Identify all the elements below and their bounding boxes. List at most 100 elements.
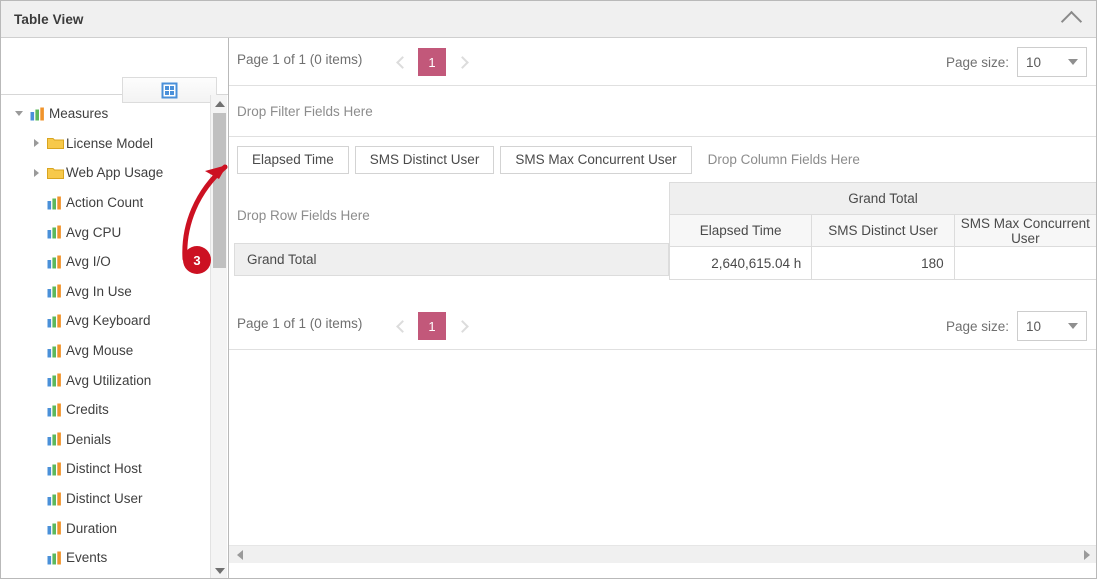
measure-column-header[interactable]: Elapsed Time [670, 215, 812, 247]
tree-item-avg-keyboard[interactable]: Avg Keyboard [1, 306, 211, 336]
pivot-horizontal-scrollbar[interactable] [229, 545, 1097, 563]
twisty-placeholder [28, 254, 44, 270]
page-title: Table View [14, 12, 84, 27]
tree-item-avg-in-use[interactable]: Avg In Use [1, 277, 211, 307]
scroll-left-button[interactable] [231, 546, 248, 563]
value-field-chip[interactable]: SMS Max Concurrent User [500, 146, 691, 174]
tree-item-denials[interactable]: Denials [1, 425, 211, 455]
annotation-step-badge: 3 [183, 246, 211, 274]
bar-chart-icon [44, 521, 66, 535]
top-page-number-1[interactable]: 1 [418, 48, 446, 76]
chevron-up-icon [1060, 11, 1081, 32]
tree-item-events[interactable]: Events [1, 543, 211, 573]
grand-total-value-cell: 2,640,615.04 h [670, 247, 812, 280]
twisty-expanded-icon[interactable] [11, 106, 27, 122]
bottom-pager-navigation: 1 [389, 310, 475, 342]
bottom-next-page-button[interactable] [449, 310, 475, 342]
field-list-panel: MeasuresLicense Model Web App Usage Action… [1, 38, 229, 579]
tree-item-label: Distinct Host [66, 461, 142, 476]
tree-item-action-count[interactable]: Action Count [1, 188, 211, 218]
twisty-placeholder [28, 402, 44, 418]
bar-chart-icon [47, 373, 63, 387]
measure-column-header[interactable]: SMS Distinct User [812, 215, 954, 247]
tree-item-avg-mouse[interactable]: Avg Mouse [1, 336, 211, 366]
tree-item-duration[interactable]: Duration [1, 513, 211, 543]
twisty-collapsed-icon[interactable] [28, 135, 44, 151]
bar-chart-icon [47, 284, 63, 298]
top-page-size-value: 10 [1026, 55, 1041, 70]
scroll-up-button[interactable] [211, 95, 228, 112]
chevron-down-icon [1068, 323, 1078, 329]
twisty-placeholder [28, 491, 44, 507]
twisty-placeholder [28, 224, 44, 240]
measure-column-header[interactable]: SMS Max Concurrent User [954, 215, 1096, 247]
tree-item-label: Web App Usage [66, 165, 163, 180]
bottom-prev-page-button[interactable] [389, 310, 415, 342]
table-header-row: Elapsed TimeSMS Distinct UserSMS Max Con… [670, 215, 1097, 247]
tree-item-avg-utilization[interactable]: Avg Utilization [1, 365, 211, 395]
bottom-page-size-value: 10 [1026, 319, 1041, 334]
field-list-vertical-scrollbar[interactable] [210, 95, 227, 579]
tree-item-measures[interactable]: Measures [1, 99, 211, 129]
bar-chart-icon [44, 255, 66, 269]
tree-item-label: Avg Utilization [66, 373, 151, 388]
tree-item-distinct-user[interactable]: Distinct User [1, 484, 211, 514]
twisty-placeholder [28, 431, 44, 447]
twisty-placeholder [28, 461, 44, 477]
pivot-grid-body: Drop Row Fields Here Grand Total Grand T… [229, 182, 1097, 302]
tree-item-license-model[interactable]: License Model [1, 129, 211, 159]
grand-total-column-header: Grand Total [670, 183, 1097, 215]
twisty-placeholder [28, 372, 44, 388]
filter-drop-zone[interactable]: Drop Filter Fields Here [229, 86, 1097, 137]
top-page-size-label: Page size: [946, 55, 1009, 70]
triangle-right-icon [1084, 550, 1090, 560]
top-prev-page-button[interactable] [389, 46, 415, 78]
chevron-left-icon [396, 56, 409, 69]
row-drop-hint: Drop Row Fields Here [237, 208, 370, 223]
chevron-down-icon [1068, 59, 1078, 65]
tree-item-label: Avg I/O [66, 254, 111, 269]
filter-drop-hint: Drop Filter Fields Here [229, 104, 373, 119]
value-fields-row: Elapsed TimeSMS Distinct UserSMS Max Con… [229, 137, 1097, 182]
tree-item-avg-i-o[interactable]: Avg I/O [1, 247, 211, 277]
triangle-down-icon [215, 568, 225, 574]
scroll-right-button[interactable] [1078, 546, 1095, 563]
tree-item-label: Events [66, 550, 107, 565]
bottom-pager-info: Page 1 of 1 (0 items) [237, 316, 362, 331]
bar-chart-icon [47, 344, 63, 358]
tree-item-label: Credits [66, 402, 109, 417]
bar-chart-icon [47, 492, 63, 506]
top-next-page-button[interactable] [449, 46, 475, 78]
bar-chart-icon [44, 551, 66, 565]
top-page-size-control: Page size: 10 [946, 47, 1087, 77]
bar-chart-icon [44, 314, 66, 328]
grand-total-row-header[interactable]: Grand Total [234, 243, 669, 276]
vertical-scrollbar-thumb[interactable] [213, 113, 226, 268]
bar-chart-icon [44, 225, 66, 239]
twisty-placeholder [28, 195, 44, 211]
scroll-down-button[interactable] [211, 562, 228, 579]
value-field-chip[interactable]: SMS Distinct User [355, 146, 495, 174]
collapse-panel-button[interactable] [1056, 5, 1086, 33]
table-header-group-row: Grand Total [670, 183, 1097, 215]
tree-item-credits[interactable]: Credits [1, 395, 211, 425]
triangle-left-icon [237, 550, 243, 560]
table-row: 2,640,615.04 h180 [670, 247, 1097, 280]
bar-chart-icon [47, 551, 63, 565]
twisty-placeholder [28, 283, 44, 299]
twisty-placeholder [28, 550, 44, 566]
tree-item-distinct-host[interactable]: Distinct Host [1, 454, 211, 484]
pivot-value-table: Grand Total Elapsed TimeSMS Distinct Use… [669, 182, 1097, 280]
twisty-collapsed-icon[interactable] [28, 165, 44, 181]
value-field-chip[interactable]: Elapsed Time [237, 146, 349, 174]
tree-item-label: Avg Mouse [66, 343, 133, 358]
twisty-placeholder [28, 520, 44, 536]
tree-item-label: Avg In Use [66, 284, 132, 299]
top-page-size-dropdown[interactable]: 10 [1017, 47, 1087, 77]
twisty-placeholder [28, 313, 44, 329]
tree-item-web-app-usage[interactable]: Web App Usage [1, 158, 211, 188]
bottom-page-number-1[interactable]: 1 [418, 312, 446, 340]
bar-chart-icon [44, 344, 66, 358]
tree-item-avg-cpu[interactable]: Avg CPU [1, 217, 211, 247]
bottom-page-size-dropdown[interactable]: 10 [1017, 311, 1087, 341]
